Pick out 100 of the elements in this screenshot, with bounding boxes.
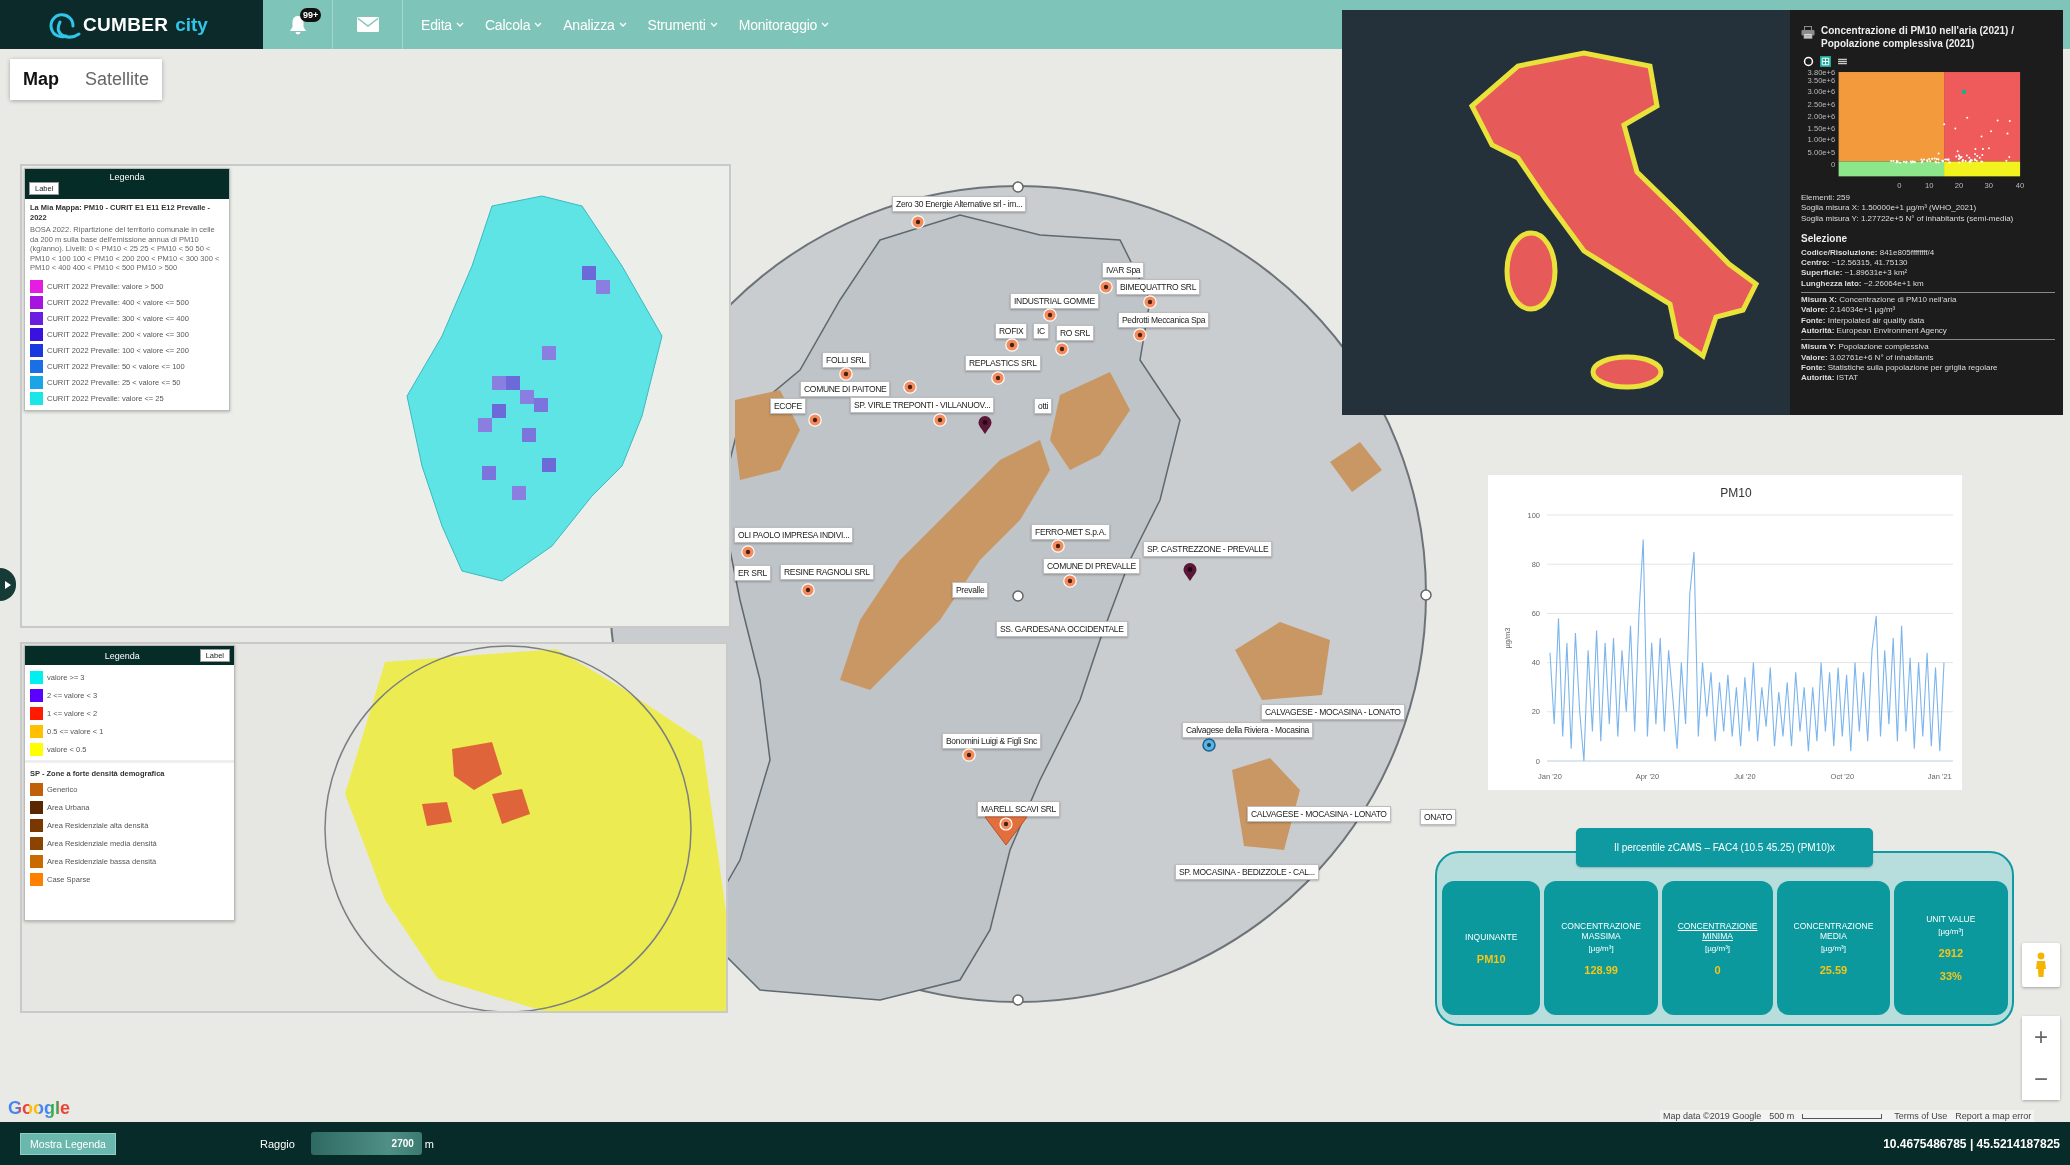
dot-marker-icon[interactable] [1202,738,1216,752]
detail-line: Misura X: Concentrazione di PM10 nell'aria [1801,295,1958,306]
ring-marker-icon[interactable] [1099,280,1113,294]
map-attribution: Map data ©2019 Google [1663,1111,1762,1121]
footer-link[interactable]: Report a map error [1955,1111,2032,1121]
chart-title: PM10 [1720,486,1752,500]
marker-label: Zero 30 Energie Alternative srl - im... [892,196,1027,212]
circle-handle-icon[interactable] [1012,590,1024,602]
emission-cell [542,458,556,472]
marker-label: ONATO [1420,809,1456,825]
ring-marker-icon[interactable] [903,380,917,394]
pollution-hotspot [422,802,452,826]
ring-marker-icon[interactable] [1055,342,1069,356]
scale-label: 500 m [1769,1111,1795,1121]
ring-marker-icon[interactable] [839,367,853,381]
marker-label: Prevalle [952,582,989,598]
marker-label: COMUNE DI PAITONE [800,381,891,397]
radius-unit: m [424,1137,435,1150]
metric-unit: [µg/m³] [1938,927,1964,936]
zoom-button[interactable]: − [2022,1058,2060,1100]
triangle-icon [5,580,11,589]
marker-label: SP. VIRLE TREPONTI - VILLANUOV... [850,397,995,413]
ring-marker-icon[interactable] [808,413,822,427]
logo-suffix: city [175,13,208,36]
zoom-button[interactable]: + [2022,1016,2060,1058]
metric-value: 128.99 [1584,963,1618,976]
ring-marker-icon[interactable] [1005,338,1019,352]
map-type-tab[interactable]: Map [10,59,72,100]
triangle-marker-icon[interactable] [984,816,1028,846]
metric-value: 2912 [1938,947,1964,959]
detail-line: Fonte: Interpolated air quality data [1801,315,1926,326]
printer-icon[interactable] [1801,26,1815,39]
ring-marker-icon[interactable] [1063,574,1077,588]
metric-value: 0 [1714,963,1721,976]
metric-heading: CONCENTRAZIONE MEDIA [1792,920,1875,941]
chevron-down-icon [455,22,464,27]
ring-marker-icon[interactable] [801,583,815,597]
detail-line: Fonte: Statistiche sulla popolazione per griglia regolare [1801,362,1999,374]
emission-cell [512,486,526,500]
metric-value: 25.59 [1819,963,1848,976]
stat-line: Elementi: 259 [1801,193,1851,204]
marker-label: REPLASTICS SRL [965,355,1041,371]
emission-cell [534,398,548,412]
ring-view-icon[interactable] [1803,56,1814,67]
axis-tick-label: 10 [1924,180,1934,190]
ring-marker-icon[interactable] [962,748,976,762]
ring-marker-icon[interactable] [911,215,925,229]
marker-label: SS. GARDESANA OCCIDENTALE [996,621,1128,637]
ring-marker-icon[interactable] [1133,328,1147,342]
circle-handle-icon[interactable] [1012,181,1024,193]
grid-view-icon[interactable] [1820,56,1831,67]
detail-line: Misura Y: Popolazione complessiva [1801,342,1930,353]
notification-badge: 99+ [300,8,322,22]
emission-cell [492,376,506,390]
marker-label: RO SRL [1056,325,1094,341]
detail-line: Centro: ~12.56315, 41.75130 [1801,258,1909,269]
axis-tick-label: 3.50e+6 [1807,75,1836,85]
stat-line: Soglia misura Y: 1.27722e+5 N° of inhabitants (semi-media) [1801,213,2015,224]
map-pin-icon[interactable] [978,416,992,434]
pollution-hotspot [452,742,502,790]
axis-tick-label: 40 [2015,180,2025,190]
metric-heading: UNIT VALUE [1926,914,1976,924]
ring-marker-icon[interactable] [991,371,1005,385]
ring-marker-icon[interactable] [741,545,755,559]
circle-handle-icon[interactable] [1012,994,1024,1006]
detail-line: Autorità: European Environment Agency [1801,325,1948,337]
metric-heading: INQUINANTE [1465,931,1518,942]
stat-line: Soglia misura X: 1.50000e+1 µg/m³ (WHO_2021) [1801,203,1978,214]
axis-tick-label: 1.50e+6 [1807,123,1836,133]
radius-input[interactable]: 2700 [310,1132,422,1155]
marker-label: FERRO-MET S.p.A. [1031,524,1111,540]
ring-marker-icon[interactable] [933,413,947,427]
metric-unit: [µg/m³] [1588,943,1614,953]
axis-tick-label: 30 [1984,180,1993,190]
circle-handle-icon[interactable] [1420,589,1432,601]
list-view-icon[interactable] [1837,56,1848,67]
marker-label: CALVAGESE - MOCASINA - LONATO [1261,704,1405,720]
ring-marker-icon[interactable] [1043,308,1057,322]
chevron-down-icon [821,22,830,27]
metric-unit: [µg/m³] [1820,943,1846,953]
radius-label: Raggio [260,1137,295,1150]
ring-marker-icon[interactable] [1051,539,1065,553]
marker-label: INDUSTRIAL GOMME [1010,293,1099,309]
axis-tick-label: 3.80e+6 [1807,69,1836,77]
map-type-tab[interactable]: Satellite [72,59,163,100]
emission-cell [520,390,534,404]
footer-link[interactable]: Terms of Use [1894,1111,1948,1121]
logo-wordmark: CUMBER [83,13,169,36]
map-pin-icon[interactable] [1183,563,1197,581]
legend-title: Legenda [109,172,145,182]
metric-heading: CONCENTRAZIONE MINIMA [1676,920,1759,941]
marker-label: Calvagese della Riviera - Mocasina [1182,722,1314,738]
detail-line: Valore: 3.02761e+6 N° of inhabitants [1801,352,1935,363]
person-icon [2035,952,2047,978]
ring-marker-icon[interactable] [1143,295,1157,309]
marker-label: Bonomini Luigi & Figli Snc [942,733,1041,749]
chevron-down-icon [709,22,718,27]
detail-line: Superficie: ~1.89631e+3 km² [1801,268,1909,279]
axis-tick-label: 5.00e+5 [1807,147,1836,157]
detail-line: Lunghezza lato: ~2.26064e+1 km [1801,278,1925,290]
